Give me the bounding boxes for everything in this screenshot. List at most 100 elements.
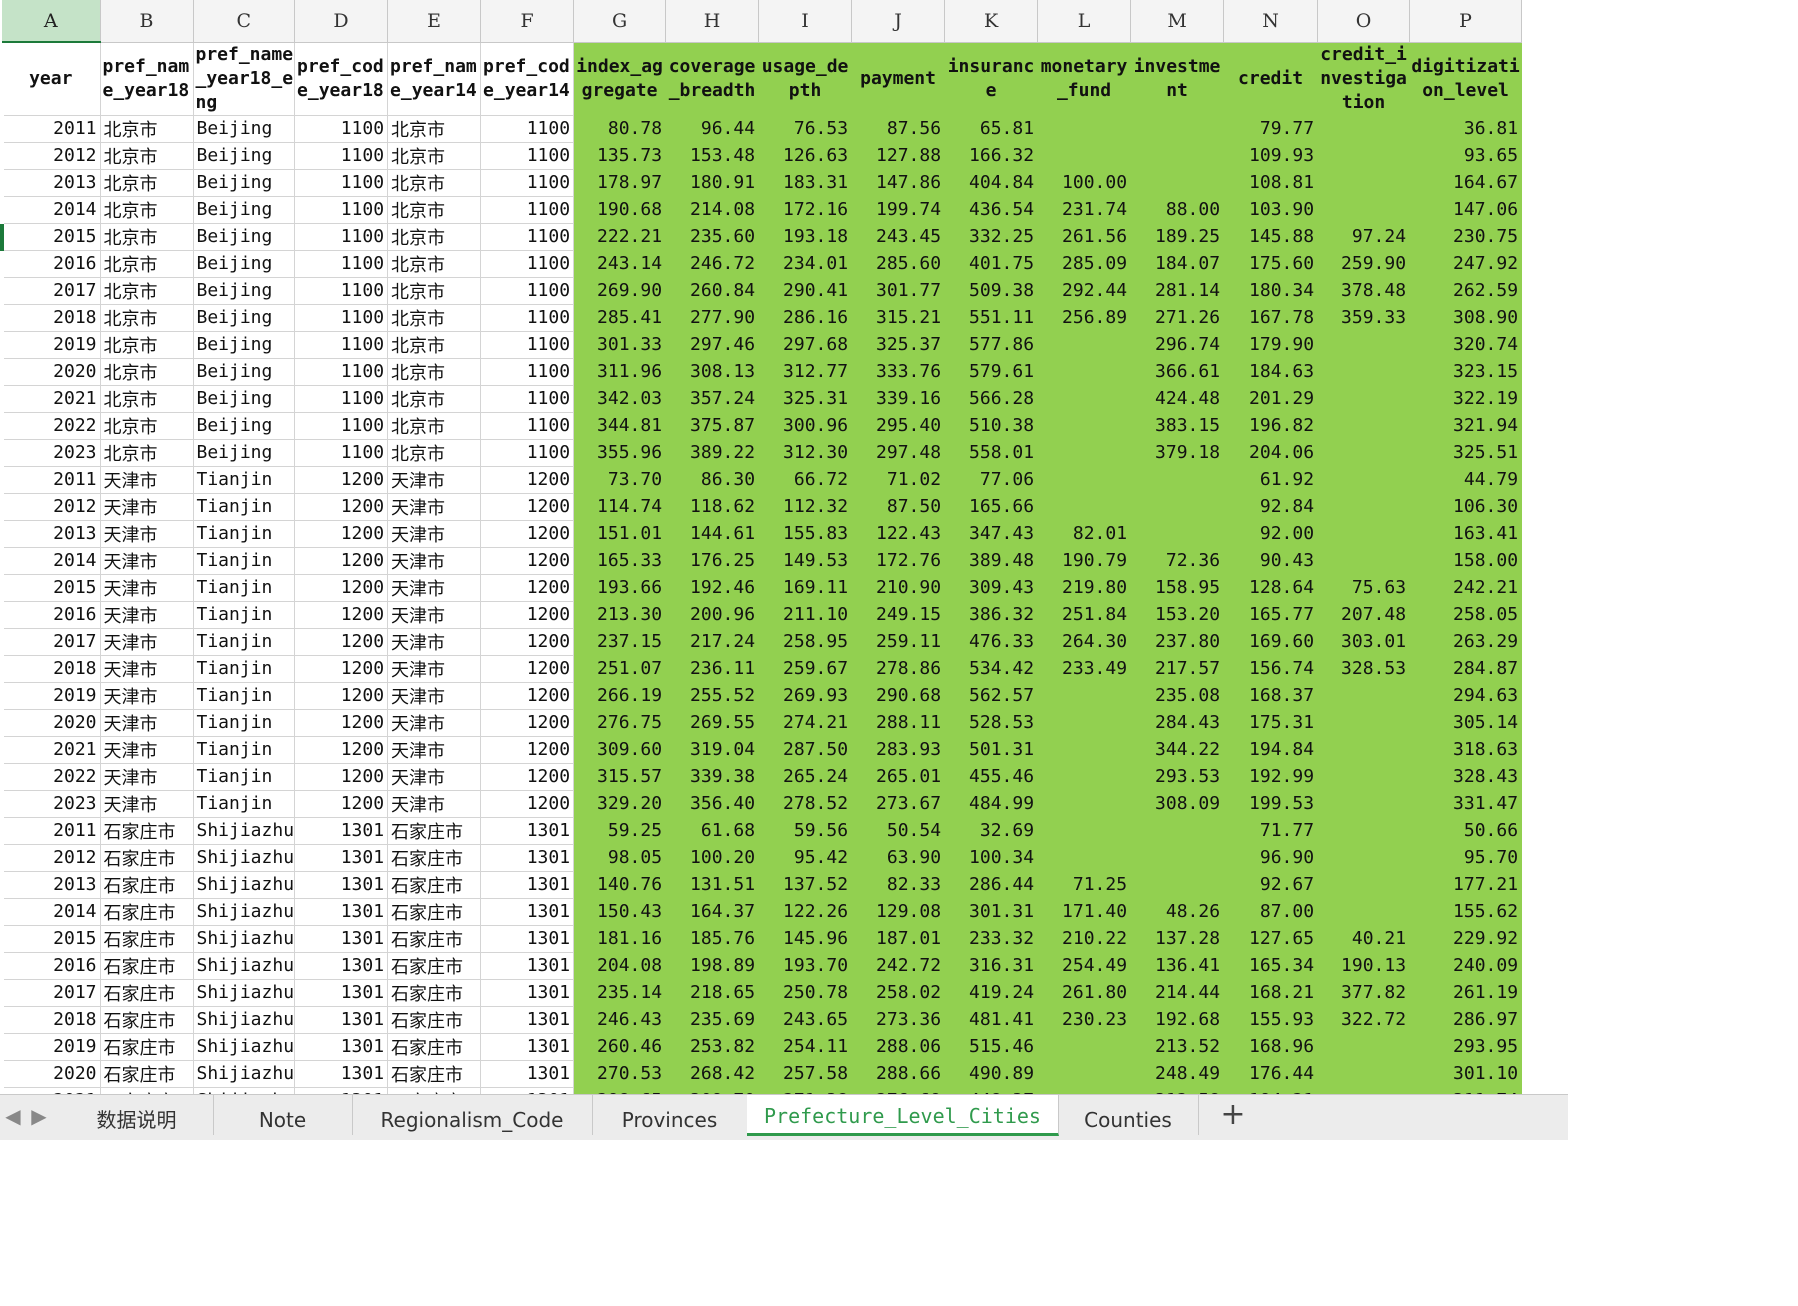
cell-e[interactable]: 北京市 — [387, 142, 482, 170]
cell-d[interactable]: 1100 — [294, 277, 389, 305]
cell-i[interactable]: 254.11 — [758, 1033, 853, 1061]
cell-d[interactable]: 1100 — [294, 439, 389, 467]
cell-m[interactable]: 424.48 — [1130, 385, 1225, 413]
cell-c[interactable]: Tianjin — [193, 520, 296, 548]
cell-b[interactable]: 北京市 — [100, 250, 194, 278]
cell-b[interactable]: 石家庄市 — [100, 1087, 194, 1094]
cell-d[interactable]: 1200 — [294, 547, 389, 575]
cell-e[interactable]: 北京市 — [387, 223, 482, 251]
cell-k[interactable]: 476.33 — [944, 628, 1039, 656]
cell-l[interactable] — [1037, 412, 1132, 440]
cell-n[interactable]: 156.74 — [1223, 655, 1319, 683]
cell-k[interactable]: 534.42 — [944, 655, 1039, 683]
cell-g[interactable]: 237.15 — [573, 628, 667, 656]
scroll-tabs-right-icon[interactable]: ▶ — [26, 1103, 52, 1129]
cell-k[interactable]: 316.31 — [944, 952, 1039, 980]
cell-l[interactable]: 190.79 — [1037, 547, 1132, 575]
cell-h[interactable]: 235.60 — [665, 223, 760, 251]
cell-h[interactable]: 357.24 — [665, 385, 760, 413]
cell-l[interactable]: 285.09 — [1037, 250, 1132, 278]
cell-j[interactable]: 273.67 — [851, 790, 946, 818]
cell-o[interactable]: 190.13 — [1317, 952, 1411, 980]
column-header-k[interactable]: K — [944, 0, 1039, 43]
cell-g[interactable]: 301.33 — [573, 331, 667, 359]
cell-k[interactable]: 332.25 — [944, 223, 1039, 251]
cell-n[interactable]: 61.92 — [1223, 466, 1319, 494]
cell-o[interactable] — [1317, 115, 1411, 143]
cell-f[interactable]: 1200 — [480, 520, 575, 548]
cell-h[interactable]: 185.76 — [665, 925, 760, 953]
cell-a[interactable]: 2015 — [0, 223, 101, 251]
cell-g[interactable]: 344.81 — [573, 412, 667, 440]
cell-l[interactable] — [1037, 466, 1132, 494]
cell-h[interactable]: 192.46 — [665, 574, 760, 602]
cell-l[interactable]: 251.84 — [1037, 601, 1132, 629]
cell-g[interactable]: 260.46 — [573, 1033, 667, 1061]
cell-b[interactable]: 天津市 — [100, 466, 194, 494]
cell-g[interactable]: 309.60 — [573, 736, 667, 764]
cell-f[interactable]: 1100 — [480, 412, 575, 440]
cell-e[interactable]: 石家庄市 — [387, 1087, 482, 1094]
cell-b[interactable]: 天津市 — [100, 709, 194, 737]
cell-o[interactable] — [1317, 493, 1411, 521]
cell-o[interactable]: 328.53 — [1317, 655, 1411, 683]
cell-n[interactable]: 167.78 — [1223, 304, 1319, 332]
cell-i[interactable]: 243.65 — [758, 1006, 853, 1034]
cell-l[interactable]: 254.49 — [1037, 952, 1132, 980]
field-header-cell[interactable]: pref_code_year18 — [294, 42, 389, 116]
cell-o[interactable]: 97.24 — [1317, 223, 1411, 251]
field-header-cell[interactable]: coverage_breadth — [665, 42, 760, 116]
cell-e[interactable]: 北京市 — [387, 277, 482, 305]
cell-j[interactable]: 288.66 — [851, 1060, 946, 1088]
cell-h[interactable]: 297.46 — [665, 331, 760, 359]
cell-p[interactable]: 311.74 — [1409, 1087, 1523, 1094]
cell-k[interactable]: 309.43 — [944, 574, 1039, 602]
cell-j[interactable]: 278.86 — [851, 655, 946, 683]
cell-g[interactable]: 193.66 — [573, 574, 667, 602]
cell-a[interactable]: 2020 — [2, 358, 101, 386]
column-header-d[interactable]: D — [294, 0, 389, 43]
cell-n[interactable]: 165.77 — [1223, 601, 1319, 629]
cell-l[interactable] — [1037, 709, 1132, 737]
cell-o[interactable] — [1317, 466, 1411, 494]
cell-n[interactable]: 175.31 — [1223, 709, 1319, 737]
cell-f[interactable]: 1100 — [480, 169, 575, 197]
cell-k[interactable]: 347.43 — [944, 520, 1039, 548]
cell-e[interactable]: 北京市 — [387, 439, 482, 467]
cell-d[interactable]: 1100 — [294, 331, 389, 359]
cell-g[interactable]: 246.43 — [573, 1006, 667, 1034]
cell-e[interactable]: 天津市 — [387, 682, 482, 710]
cell-b[interactable]: 石家庄市 — [100, 1006, 194, 1034]
cell-a[interactable]: 2014 — [2, 547, 101, 575]
cell-h[interactable]: 218.65 — [665, 979, 760, 1007]
cell-f[interactable]: 1301 — [480, 1006, 575, 1034]
cell-b[interactable]: 北京市 — [100, 358, 194, 386]
cell-l[interactable] — [1037, 844, 1132, 872]
cell-l[interactable] — [1037, 682, 1132, 710]
cell-d[interactable]: 1200 — [294, 628, 389, 656]
cell-e[interactable]: 北京市 — [387, 169, 482, 197]
cell-p[interactable]: 323.15 — [1409, 358, 1523, 386]
cell-j[interactable]: 325.37 — [851, 331, 946, 359]
cell-i[interactable]: 250.78 — [758, 979, 853, 1007]
cell-b[interactable]: 天津市 — [100, 493, 194, 521]
cell-i[interactable]: 95.42 — [758, 844, 853, 872]
cell-o[interactable]: 322.72 — [1317, 1006, 1411, 1034]
cell-p[interactable]: 247.92 — [1409, 250, 1523, 278]
cell-e[interactable]: 北京市 — [387, 304, 482, 332]
cell-i[interactable]: 325.31 — [758, 385, 853, 413]
field-header-cell[interactable]: pref_name_year18 — [100, 42, 194, 116]
cell-c[interactable]: Tianjin — [193, 790, 296, 818]
cell-h[interactable]: 339.38 — [665, 763, 760, 791]
cell-l[interactable]: 231.74 — [1037, 196, 1132, 224]
cell-m[interactable]: 308.09 — [1130, 790, 1225, 818]
cell-c[interactable]: Tianjin — [193, 601, 296, 629]
cell-h[interactable]: 100.20 — [665, 844, 760, 872]
cell-i[interactable]: 149.53 — [758, 547, 853, 575]
cell-c[interactable]: Beijing — [193, 142, 296, 170]
cell-o[interactable] — [1317, 682, 1411, 710]
field-header-cell[interactable]: year — [2, 42, 101, 116]
cell-e[interactable]: 北京市 — [387, 331, 482, 359]
cell-m[interactable] — [1130, 844, 1225, 872]
cell-f[interactable]: 1301 — [480, 817, 575, 845]
